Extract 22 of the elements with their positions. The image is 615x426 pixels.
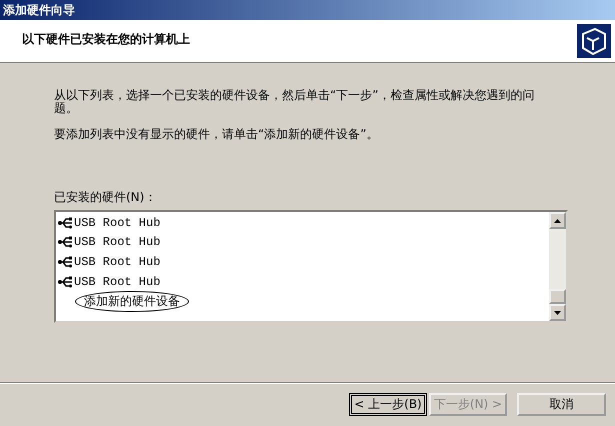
scroll-up-icon[interactable] — [554, 218, 561, 222]
scroll-down-icon[interactable] — [554, 310, 561, 314]
back-button[interactable]: < 上一步(B) — [349, 393, 427, 416]
window-title: 添加硬件向导 — [0, 0, 615, 20]
list-item[interactable]: USB Root Hub — [74, 254, 160, 269]
hint-text: 要添加列表中没有显示的硬件，请单击“添加新的硬件设备”。 — [54, 128, 380, 141]
list-item[interactable]: USB Root Hub — [74, 274, 160, 289]
usb-icon — [58, 216, 74, 230]
usb-icon — [58, 235, 74, 250]
page-heading: 以下硬件已安装在您的计算机上 — [22, 31, 190, 48]
instruction-text: 从以下列表，选择一个已安装的硬件设备，然后单击“下一步”，检查属性或解决您遇到的问题。 — [54, 89, 536, 115]
hardware-list[interactable]: USB Root Hub USB Root Hub USB Root Hub USB Root Hub 添加新的硬件设备 — [54, 210, 568, 323]
list-label: 已安装的硬件(N)： — [54, 189, 158, 206]
scroll-thumb[interactable] — [549, 289, 566, 304]
scrollbar[interactable] — [549, 212, 566, 321]
cancel-button[interactable]: 取消 — [517, 393, 606, 416]
usb-icon — [58, 274, 74, 289]
list-item[interactable]: USB Root Hub — [74, 216, 160, 230]
list-item[interactable]: 添加新的硬件设备 — [75, 290, 189, 312]
list-item[interactable]: USB Root Hub — [74, 235, 160, 250]
hardware-icon — [577, 24, 611, 58]
usb-icon — [58, 254, 74, 269]
